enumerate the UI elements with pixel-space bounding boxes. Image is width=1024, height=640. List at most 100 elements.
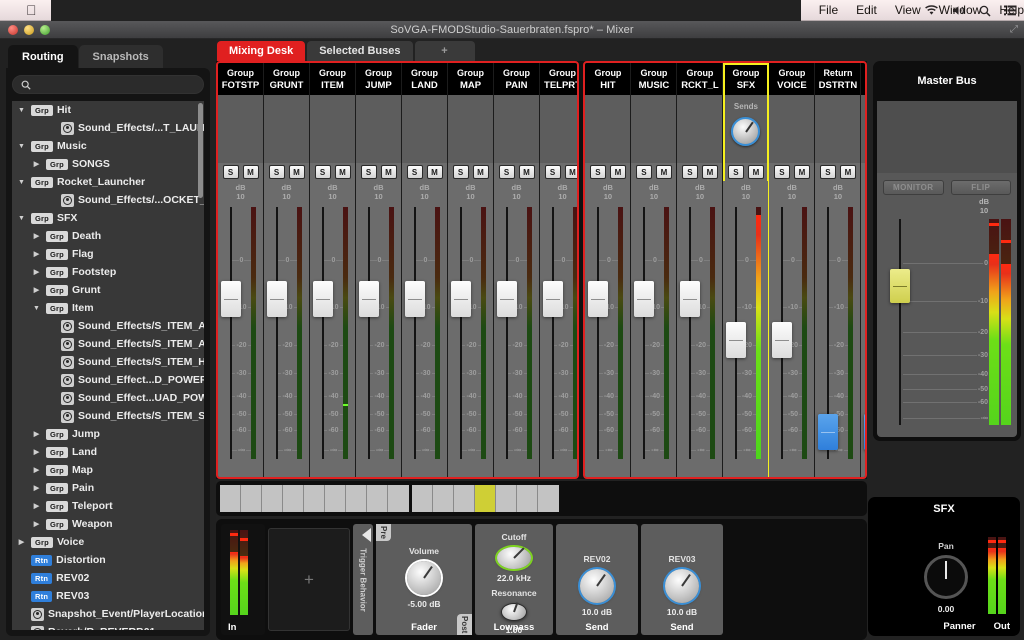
tree-row[interactable]: ▼ Grp Rocket_Launcher (12, 173, 204, 191)
mute-button[interactable]: M (242, 165, 259, 179)
fader-strip[interactable]: dB100-10-20-30-40-50-60-∞ (815, 181, 861, 477)
pan-control[interactable]: Pan 0.00 (918, 541, 974, 614)
fader-handle[interactable] (772, 321, 793, 358)
channel-sends-area[interactable] (815, 95, 861, 163)
overview-empty-area[interactable] (562, 485, 863, 512)
master-fader-handle[interactable] (890, 269, 910, 304)
channel-strip-pain[interactable]: Group PAIN S MdB 10 0 -10 -20 -30 -40 -50 -60 -∞ (494, 63, 540, 477)
fader-strip[interactable]: dB100-10-20-30-40-50-60-∞ (585, 181, 631, 477)
channel-sends-area[interactable]: Sends (723, 95, 769, 163)
deck-module-in[interactable]: In (221, 524, 265, 635)
search-input[interactable] (37, 79, 195, 90)
overview-cell-voice[interactable] (496, 485, 517, 512)
tab-routing[interactable]: Routing (8, 45, 78, 69)
channel-header[interactable]: Return DSTRTN (815, 63, 861, 95)
tree-row[interactable]: ▶ Grp Grunt (12, 281, 204, 299)
fader-handle[interactable] (818, 413, 839, 450)
twisty-collapsed-icon[interactable]: ▶ (31, 286, 42, 294)
channel-strip-map[interactable]: Group MAP S MdB 10 0 -10 -20 -30 -40 -50 -60 -∞ (448, 63, 494, 477)
mute-button[interactable]: M (839, 165, 856, 179)
solo-button[interactable]: S (498, 165, 515, 179)
tree-row[interactable]: ▶ Grp Voice (12, 533, 204, 551)
tab-mixing-desk[interactable]: Mixing Desk (217, 41, 306, 61)
solo-button[interactable]: S (314, 165, 331, 179)
volume-icon[interactable] (952, 5, 966, 16)
tree-row[interactable]: ▼ Grp Hit (12, 101, 204, 119)
tree-row[interactable]: Snapshot_Event/PlayerLocation (12, 605, 204, 623)
tab-snapshots[interactable]: Snapshots (78, 45, 163, 69)
channel-header[interactable]: Group ITEM (310, 63, 355, 95)
channel-header[interactable]: Group LAND (402, 63, 447, 95)
solo-button[interactable]: S (360, 165, 377, 179)
channel-sends-area[interactable] (585, 95, 631, 163)
solo-button[interactable]: S (727, 165, 744, 179)
tree-row[interactable]: Sound_Effect...UAD_POWER_UP (12, 389, 204, 407)
menu-list-icon[interactable] (1004, 5, 1016, 16)
channel-header[interactable]: Group JUMP (356, 63, 401, 95)
channel-strip-grunt[interactable]: Group GRUNT S MdB 10 0 -10 -20 -30 -40 -50 -60 -∞ (264, 63, 310, 477)
channel-header[interactable]: Group SFX (723, 63, 769, 95)
overview-cell-dstrtn[interactable] (517, 485, 538, 512)
fader-handle[interactable] (634, 281, 655, 318)
twisty-expanded-icon[interactable]: ▼ (16, 179, 27, 186)
channel-header[interactable]: Group HIT (585, 63, 631, 95)
monitor-button[interactable]: MONITOR (883, 180, 944, 195)
channel-strip-voice[interactable]: Group VOICE S MdB 10 0 -10 -20 -30 -40 -50 -60 -∞ (769, 63, 816, 477)
fader-strip[interactable]: dB100-10-20-30-40-50-60-∞ (769, 181, 815, 477)
overview-cell-telprt[interactable] (367, 485, 388, 512)
twisty-collapsed-icon[interactable]: ▶ (31, 430, 42, 438)
menu-view[interactable]: View (895, 3, 921, 17)
twisty-collapsed-icon[interactable]: ▶ (31, 268, 42, 276)
tree-row[interactable]: ▶ Grp Pain (12, 479, 204, 497)
channel-overview-strip[interactable] (216, 481, 867, 516)
mute-button[interactable]: M (518, 165, 535, 179)
twisty-collapsed-icon[interactable]: ▶ (31, 466, 42, 474)
channel-sends-area[interactable] (310, 95, 355, 163)
solo-button[interactable]: S (452, 165, 469, 179)
tree-row[interactable]: ▼ Grp Music (12, 137, 204, 155)
tree-row[interactable]: Sound_Effects/S_ITEM_SPAWN (12, 407, 204, 425)
mute-button[interactable]: M (472, 165, 489, 179)
fader-handle[interactable] (267, 281, 287, 318)
cutoff-knob[interactable] (497, 547, 531, 570)
flip-button[interactable]: FLIP (950, 180, 1011, 195)
search-box[interactable] (12, 75, 204, 94)
master-effects-slot[interactable] (877, 101, 1017, 173)
fader-handle[interactable] (451, 281, 471, 318)
fader-handle[interactable] (221, 281, 241, 318)
spotlight-search-icon[interactable] (979, 5, 991, 17)
solo-button[interactable]: S (681, 165, 698, 179)
tree-row[interactable]: ▶ Grp Flag (12, 245, 204, 263)
fader-strip[interactable]: dB100-10-20-30-40-50-60-∞ (723, 181, 769, 477)
fader-handle[interactable] (680, 281, 701, 318)
overview-cell-music[interactable] (433, 485, 454, 512)
fader-handle[interactable] (497, 281, 517, 318)
overview-cell-sfx[interactable] (475, 485, 496, 512)
channel-header[interactable]: Group GRUNT (264, 63, 309, 95)
channel-strip-rev[interactable]: ReturnREV SMdB100-10-20-30-40-50-60-∞ (861, 63, 866, 477)
tree-row[interactable]: Rtn REV02 (12, 569, 204, 587)
fader-strip[interactable]: dB100-10-20-30-40-50-60-∞ (310, 181, 355, 477)
overview-cell-fotstp[interactable] (220, 485, 241, 512)
fader-strip[interactable]: dB100-10-20-30-40-50-60-∞ (494, 181, 539, 477)
channel-sends-area[interactable] (356, 95, 401, 163)
twisty-collapsed-icon[interactable]: ▶ (31, 502, 42, 510)
overview-cell-land[interactable] (304, 485, 325, 512)
fader-strip[interactable]: dB100-10-20-30-40-50-60-∞ (677, 181, 723, 477)
tree-row[interactable]: Sound_Effects/S_ITEM_HEALTH (12, 353, 204, 371)
mute-button[interactable]: M (334, 165, 351, 179)
channel-strip-fotstp[interactable]: Group FOTSTP S MdB 10 0 -10 -20 -30 -40 -50 -60 -∞ (218, 63, 264, 477)
twisty-expanded-icon[interactable]: ▼ (31, 305, 42, 312)
tree-scrollbar[interactable] (198, 103, 203, 198)
channel-sends-area[interactable] (218, 95, 263, 163)
fader-handle[interactable] (313, 281, 333, 318)
mute-button[interactable]: M (747, 165, 764, 179)
tree-row[interactable]: ▶ Grp Teleport (12, 497, 204, 515)
tree-row[interactable]: Rtn Distortion (12, 551, 204, 569)
channel-strip-item[interactable]: Group ITEM S MdB 10 0 -10 -20 -30 -40 -50 -60 -∞ (310, 63, 356, 477)
tree-row[interactable]: ▶ Grp SONGS (12, 155, 204, 173)
channel-header[interactable]: Group VOICE (769, 63, 815, 95)
fader-strip[interactable]: dB100-10-20-30-40-50-60-∞ (218, 181, 263, 477)
tree-row[interactable]: Sound_Effects/...OCKET_LAUNCHER (12, 191, 204, 209)
fader-handle[interactable] (864, 413, 866, 450)
